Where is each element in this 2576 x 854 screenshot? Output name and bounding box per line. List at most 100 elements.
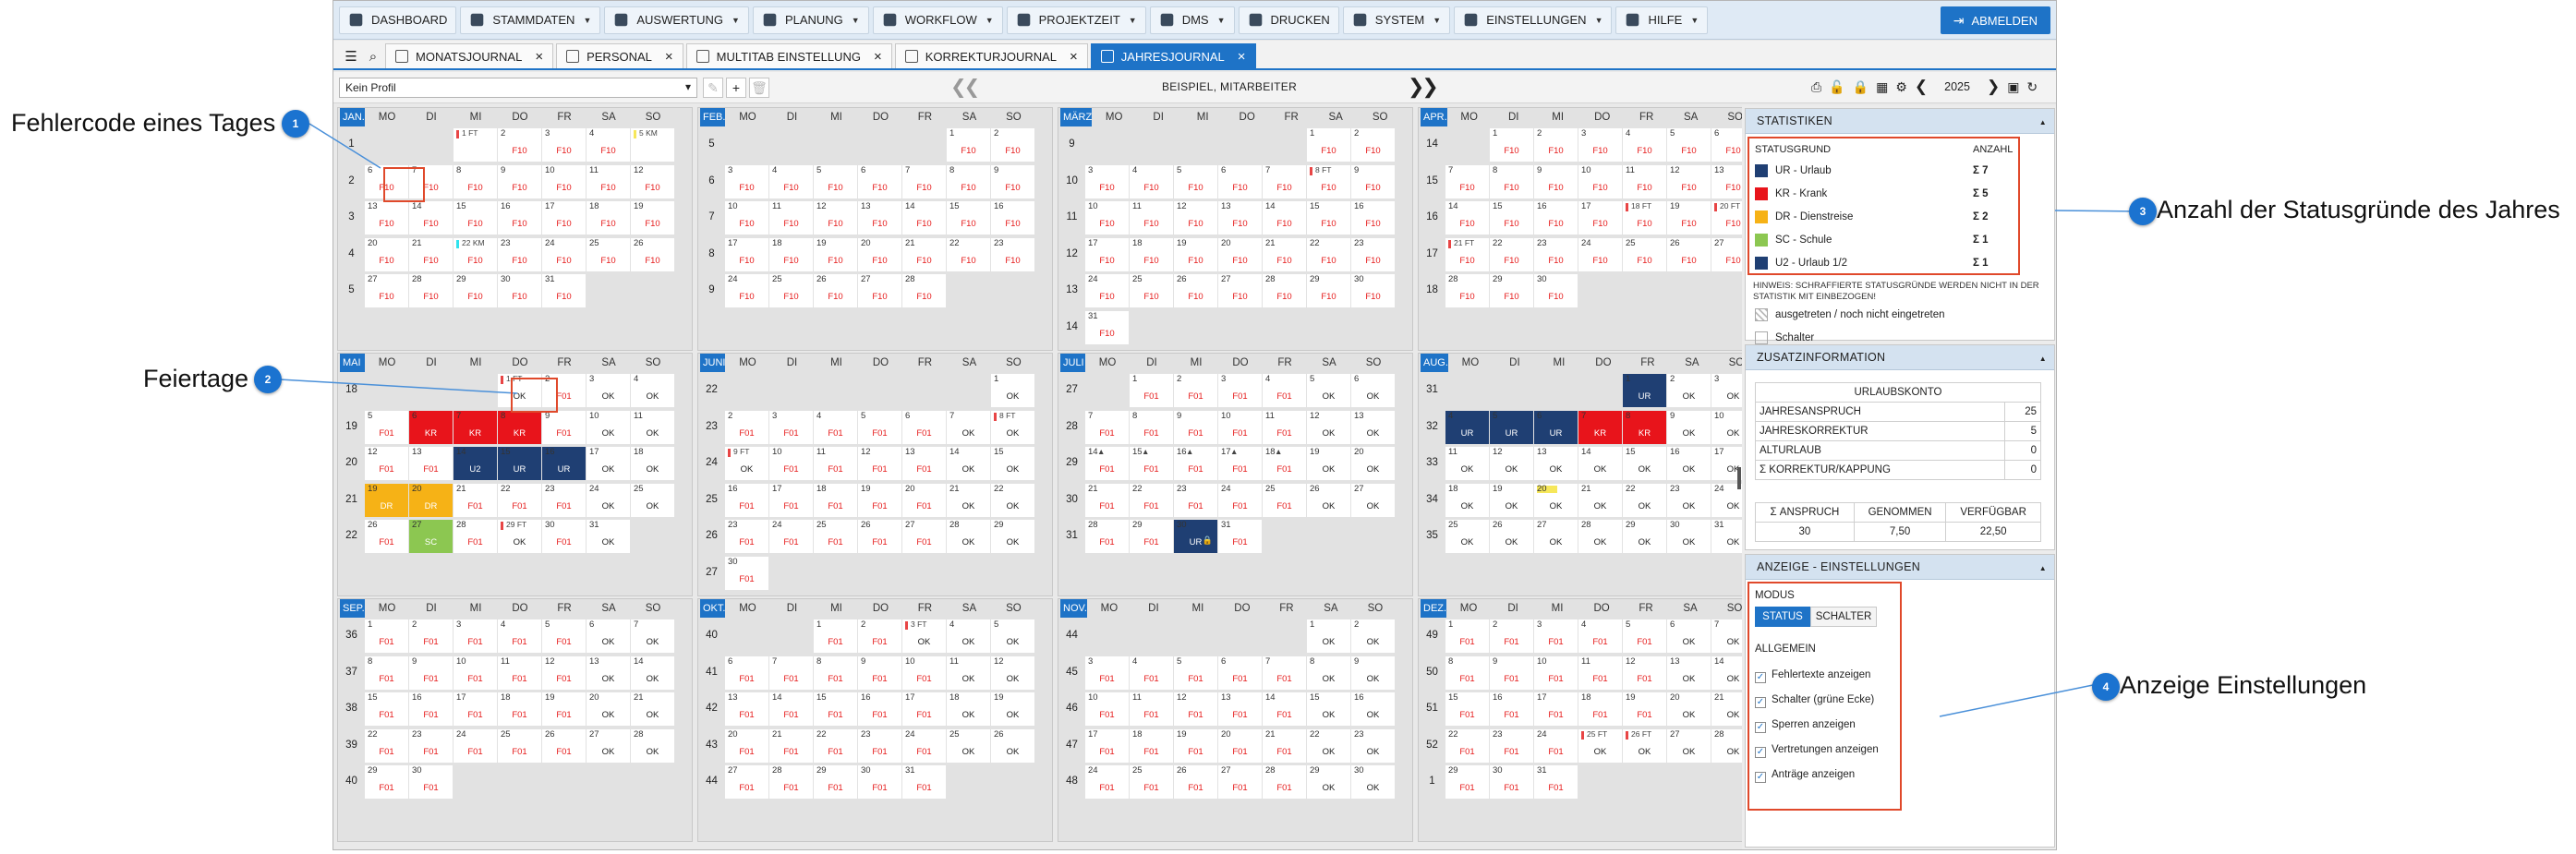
day-cell[interactable]: 6 F10 bbox=[858, 164, 901, 198]
day-cell[interactable]: 14 F01 bbox=[1263, 692, 1306, 726]
day-cell[interactable]: 21 FT21F10 bbox=[1445, 237, 1489, 271]
day-cell[interactable]: 25 F10 bbox=[1623, 237, 1666, 271]
day-cell[interactable]: 7 F10 bbox=[1263, 164, 1306, 198]
day-cell[interactable]: 16 OK bbox=[1351, 692, 1395, 726]
day-cell[interactable]: 22 F10 bbox=[947, 237, 990, 271]
setting-checkbox[interactable]: ✓ Fehlertexte anzeigen bbox=[1755, 666, 1870, 684]
day-cell[interactable]: 13 OK bbox=[1351, 410, 1395, 444]
menu-workflow[interactable]: WORKFLOW ▼ bbox=[872, 6, 1003, 34]
day-cell[interactable]: 14 F01 bbox=[769, 692, 813, 726]
additional-info-header[interactable]: ZUSATZINFORMATION bbox=[1746, 345, 2054, 371]
day-cell[interactable]: 23 F01 bbox=[1490, 728, 1533, 763]
day-cell[interactable]: 14 F10 bbox=[902, 201, 946, 235]
day-cell[interactable]: 14 OK bbox=[631, 656, 674, 690]
day-cell[interactable]: 30 F10 bbox=[1534, 274, 1578, 307]
day-cell[interactable]: 30 F01 bbox=[409, 765, 453, 799]
day-cell[interactable]: 26 FT26OK bbox=[1623, 728, 1666, 763]
day-cell[interactable]: 23 F10 bbox=[1534, 237, 1578, 271]
day-cell[interactable]: 30 F10 bbox=[1351, 274, 1395, 307]
day-cell[interactable]: 20 F01 bbox=[902, 483, 946, 517]
day-cell[interactable]: 13 F01 bbox=[1218, 692, 1262, 726]
day-cell[interactable]: 3 F01 bbox=[1218, 374, 1262, 407]
day-cell[interactable]: 22 F10 bbox=[1307, 237, 1350, 271]
day-cell[interactable]: 30 F01 bbox=[1490, 765, 1533, 799]
day-cell[interactable]: 23 F01 bbox=[1174, 483, 1217, 517]
tab-jahresjournal[interactable]: JAHRESJOURNAL × bbox=[1090, 43, 1256, 68]
day-cell[interactable]: 1 FT1 bbox=[454, 128, 497, 162]
day-cell[interactable]: 22 OK bbox=[991, 483, 1034, 517]
day-cell[interactable]: 4 F01 bbox=[1130, 656, 1173, 690]
day-cell[interactable]: 21 F01 bbox=[769, 728, 813, 763]
day-cell[interactable]: 11 F10 bbox=[1130, 201, 1173, 235]
close-icon[interactable]: × bbox=[1070, 49, 1078, 65]
close-icon[interactable]: × bbox=[535, 49, 543, 65]
day-cell[interactable]: 5 F10 bbox=[1174, 164, 1217, 198]
day-cell[interactable]: 19 OK bbox=[1307, 447, 1350, 480]
edit-icon[interactable]: ✎ bbox=[703, 78, 723, 98]
day-cell[interactable]: 3 FT3OK bbox=[902, 619, 946, 653]
day-cell[interactable]: ▲ 16 F01 bbox=[1174, 447, 1217, 480]
day-cell[interactable]: 22 OK bbox=[1307, 728, 1350, 763]
unlock-icon[interactable]: 🔓 bbox=[1829, 79, 1844, 95]
tab-korrekturjournal[interactable]: KORREKTURJOURNAL × bbox=[894, 43, 1088, 68]
day-cell[interactable]: 12 F01 bbox=[1174, 692, 1217, 726]
day-cell[interactable]: ▲ 15 F01 bbox=[1130, 447, 1173, 480]
day-cell[interactable]: 20 OK bbox=[1351, 447, 1395, 480]
mode-schalter-button[interactable]: SCHALTER bbox=[1810, 607, 1877, 627]
day-cell[interactable]: 27 F10 bbox=[858, 274, 901, 307]
day-cell[interactable]: 10 OK bbox=[587, 410, 630, 444]
day-cell[interactable]: 26 F01 bbox=[858, 520, 901, 553]
day-cell[interactable]: 16 F01 bbox=[858, 692, 901, 726]
day-cell[interactable]: 9 OK bbox=[1351, 656, 1395, 690]
day-cell[interactable]: 22 F10 bbox=[1490, 237, 1533, 271]
day-cell[interactable]: 5 F10 bbox=[814, 164, 857, 198]
day-cell[interactable]: 9 F10 bbox=[991, 164, 1034, 198]
day-cell[interactable]: 16 F10 bbox=[498, 201, 541, 235]
day-cell[interactable]: 30 UR 🔒 bbox=[1174, 520, 1217, 553]
menu-dashboard[interactable]: DASHBOARD bbox=[339, 6, 457, 34]
menu-drucken[interactable]: DRUCKEN bbox=[1238, 6, 1339, 34]
tab-personal[interactable]: PERSONAL × bbox=[556, 43, 683, 68]
day-cell[interactable]: 14 OK bbox=[947, 447, 990, 480]
day-cell[interactable]: 22 F01 bbox=[814, 728, 857, 763]
day-cell[interactable]: 18 F01 bbox=[1578, 692, 1622, 726]
day-cell[interactable]: 5 OK bbox=[991, 619, 1034, 653]
tab-multitab-einstellung[interactable]: MULTITAB EINSTELLUNG × bbox=[685, 43, 892, 68]
day-cell[interactable]: 1 OK bbox=[1307, 619, 1350, 653]
day-cell[interactable]: 22 OK bbox=[1623, 483, 1666, 517]
day-cell[interactable]: 7 F10 bbox=[1445, 164, 1489, 198]
day-cell[interactable]: 9 F01 bbox=[542, 410, 586, 444]
day-cell[interactable]: 15 F01 bbox=[814, 692, 857, 726]
day-cell[interactable]: 15 F10 bbox=[1490, 201, 1533, 235]
day-cell[interactable]: 22 F01 bbox=[1130, 483, 1173, 517]
day-cell[interactable]: 19 F01 bbox=[1623, 692, 1666, 726]
day-cell[interactable]: 1 F01 bbox=[365, 619, 408, 653]
day-cell[interactable]: 15 F10 bbox=[454, 201, 497, 235]
search-icon[interactable]: ⌕ bbox=[363, 44, 383, 68]
day-cell[interactable]: 29 F10 bbox=[1307, 274, 1350, 307]
day-cell[interactable]: 29 OK bbox=[1307, 765, 1350, 799]
day-cell[interactable]: 5 F01 bbox=[858, 410, 901, 444]
day-cell[interactable]: 11 OK bbox=[631, 410, 674, 444]
day-cell[interactable]: 20 OK bbox=[1534, 483, 1578, 517]
menu-stammdaten[interactable]: STAMMDATEN ▼ bbox=[460, 6, 601, 34]
day-cell[interactable]: 21 F10 bbox=[1263, 237, 1306, 271]
day-cell[interactable]: 10 F10 bbox=[1085, 201, 1129, 235]
day-cell[interactable]: 17 F01 bbox=[1534, 692, 1578, 726]
day-cell[interactable]: 26 F01 bbox=[365, 520, 408, 553]
day-cell[interactable]: 3 F01 bbox=[454, 619, 497, 653]
day-cell[interactable]: 17 OK bbox=[587, 447, 630, 480]
day-cell[interactable]: 8 F01 bbox=[365, 656, 408, 690]
day-cell[interactable]: 1 F10 bbox=[1490, 128, 1533, 162]
day-cell[interactable]: 11 F10 bbox=[1623, 164, 1666, 198]
day-cell[interactable]: 30 F10 bbox=[498, 274, 541, 307]
day-cell[interactable]: 3 F10 bbox=[542, 128, 586, 162]
day-cell[interactable]: 6 F01 bbox=[1218, 656, 1262, 690]
day-cell[interactable]: 21 F01 bbox=[1263, 728, 1306, 763]
day-cell[interactable]: 23 F01 bbox=[409, 728, 453, 763]
day-cell[interactable]: 15 OK bbox=[1307, 692, 1350, 726]
day-cell[interactable]: 15 F10 bbox=[1307, 201, 1350, 235]
day-cell[interactable]: 8 F10 bbox=[1490, 164, 1533, 198]
day-cell[interactable]: 27 OK bbox=[1534, 520, 1578, 553]
day-cell[interactable]: 16 OK bbox=[1667, 447, 1711, 480]
